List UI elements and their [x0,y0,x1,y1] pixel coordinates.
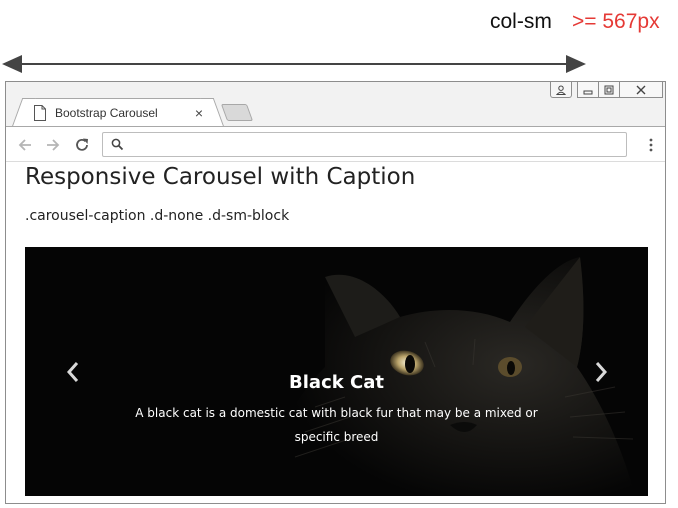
tab-title: Bootstrap Carousel [55,105,158,120]
tab-strip: Bootstrap Carousel × [6,82,665,126]
search-icon [111,138,124,151]
page-icon [34,104,46,121]
kebab-menu-icon[interactable] [649,137,653,153]
browser-toolbar [6,126,665,162]
breakpoint-label: col-sm [490,10,552,33]
breakpoint-value: >= 567px [572,10,660,33]
back-arrow-icon[interactable] [16,136,34,154]
reload-icon[interactable] [73,136,91,154]
tab-close-button[interactable]: × [195,105,203,121]
caption-text: A black cat is a domestic cat with black… [135,406,538,444]
browser-window: Bootstrap Carousel × Responsive Carousel… [5,81,666,504]
page-viewport: Responsive Carousel with Caption .carous… [6,162,665,503]
page-subtitle: .carousel-caption .d-none .d-sm-block [25,208,290,224]
address-input[interactable] [127,136,621,155]
chevron-right-icon [595,361,607,382]
width-arrow-icon [2,55,586,73]
forward-arrow-icon[interactable] [44,136,62,154]
tab-bootstrap-carousel[interactable]: Bootstrap Carousel × [24,98,212,126]
address-bar[interactable] [102,132,627,157]
new-tab-button[interactable] [220,104,254,121]
carousel-next-button[interactable] [553,247,648,496]
carousel: Black Cat A black cat is a domestic cat … [25,247,648,496]
chevron-left-icon [66,361,78,382]
carousel-caption: Black Cat A black cat is a domestic cat … [115,371,558,449]
caption-title: Black Cat [289,372,384,393]
page-title: Responsive Carousel with Caption [25,164,416,190]
carousel-prev-button[interactable] [25,247,120,496]
